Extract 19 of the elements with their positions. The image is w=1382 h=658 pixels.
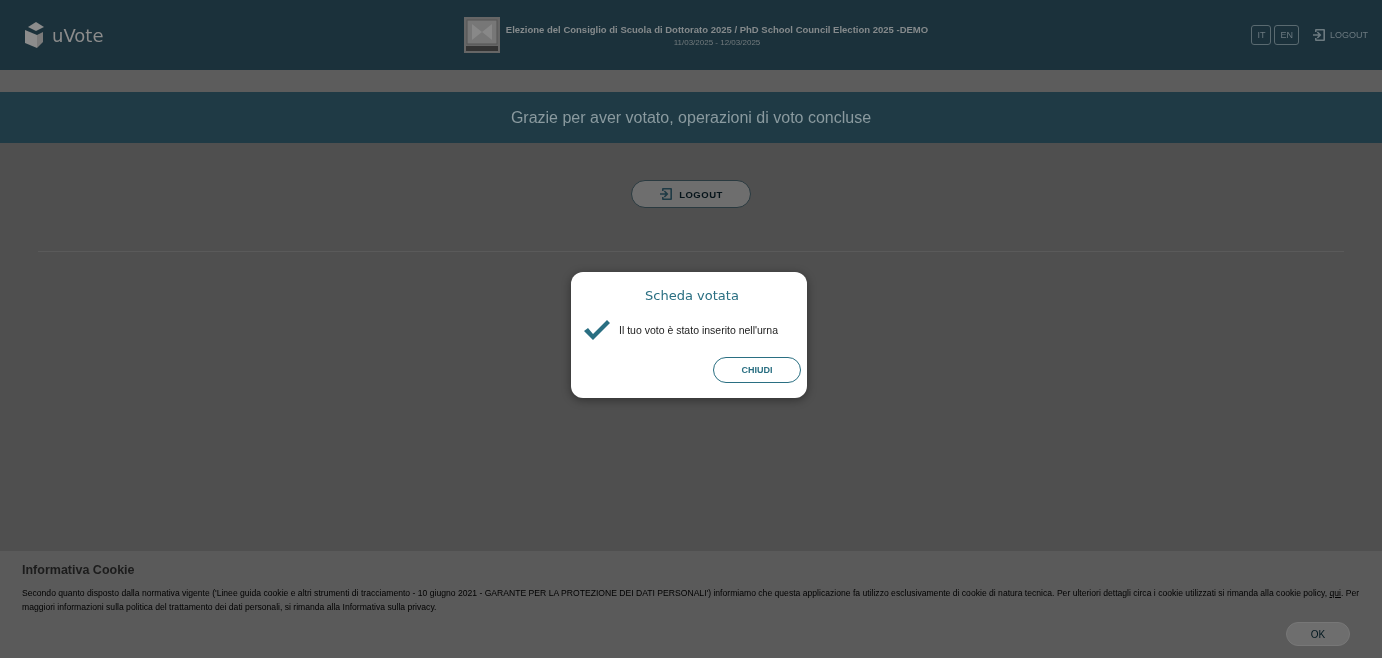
thank-you-banner: Grazie per aver votato, operazioni di voto concluse [0, 92, 1382, 143]
university-crest-icon [463, 17, 500, 53]
ok-button[interactable]: OK [1286, 622, 1350, 646]
logout-link[interactable]: LOGOUT [1312, 28, 1368, 42]
cookie-title: Informativa Cookie [22, 563, 136, 577]
dialog-message: Il tuo voto è stato inserito nell'urna [619, 324, 778, 336]
cookie-notice: Secondo quanto disposto dalla normativa vigente ('Linee guida cookie e altri strumenti di tracciamento - 10 giugno 2021 - GARANTE PER LA PROTEZIONE DEI DATI PERSONALI') informiamo che questa applicazione fa utilizzo esclusivamente di cookie di natura tecnica. Per ulteriori dettagli circa i cookie utilizzati si rimanda alla cookie policy, qui. Per maggiori informazioni sulla politica del trattamento dei dati personali, si rimanda alla Informativa sulla privacy. [22, 587, 1360, 614]
cookie-policy-link[interactable]: qui [1329, 588, 1341, 598]
language-button[interactable]: IT [1251, 25, 1272, 45]
logout-icon [659, 187, 674, 201]
dialog-title: Scheda votata [645, 288, 739, 303]
app-logo: uVote [52, 24, 104, 46]
language-button[interactable]: EN [1274, 25, 1299, 45]
election-dates: 11/03/2025 - 12/03/2025 [673, 37, 761, 47]
election-title: Elezione del Consiglio di Scuola di Dottorato 2025 / PhD School Council Election 2025 -DEMO [505, 23, 929, 35]
logout-button[interactable]: LOGOUT [631, 180, 751, 208]
checkmark-icon [583, 319, 611, 341]
close-button[interactable]: CHIUDI [713, 357, 801, 383]
logout-icon [1312, 28, 1326, 42]
